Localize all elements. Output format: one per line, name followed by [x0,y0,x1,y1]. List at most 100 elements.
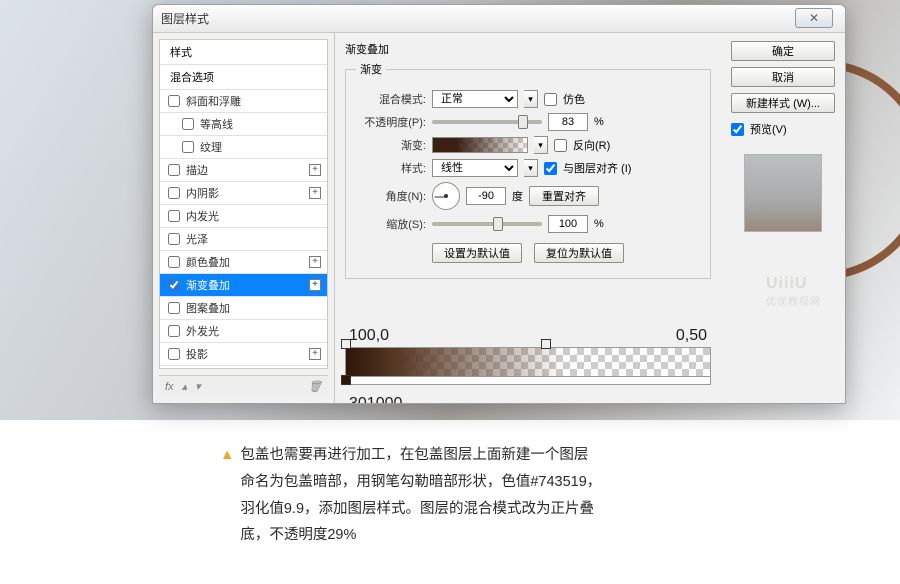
gradient-stop-labels: 100,0 0,50 [349,327,707,345]
set-default-label: 设置为默认值 [444,245,510,261]
preview-checkbox[interactable] [731,123,744,136]
scale-slider[interactable] [432,222,542,226]
reverse-checkbox[interactable] [554,139,567,152]
styles-header[interactable]: 样式 [160,40,327,65]
ok-button[interactable]: 确定 [731,41,835,61]
angle-label: 角度(N): [356,188,426,204]
pattern-overlay-checkbox[interactable] [168,302,180,314]
main-panel: 渐变叠加 渐变 混合模式: 正常 ▾ 仿色 不透明度(P): % 渐 [335,33,721,403]
dither-checkbox[interactable] [544,93,557,106]
slider-knob[interactable] [518,115,528,129]
style-item-inner-shadow[interactable]: 内阴影 + [160,182,327,205]
new-style-button[interactable]: 新建样式 (W)... [731,93,835,113]
contour-checkbox[interactable] [182,118,194,130]
gradient-bar[interactable] [345,347,711,377]
angle-dial[interactable] [432,182,460,210]
row-opacity: 不透明度(P): % [356,113,700,131]
gradient-label: 渐变: [356,137,426,153]
style-item-label: 斜面和浮雕 [186,93,241,109]
drop-shadow-checkbox[interactable] [168,348,180,360]
slider-knob[interactable] [493,217,503,231]
section-title: 渐变叠加 [345,41,711,57]
titlebar[interactable]: 图层样式 ✕ [153,5,845,33]
inner-shadow-checkbox[interactable] [168,187,180,199]
add-icon[interactable]: + [309,187,321,199]
opacity-stop-left[interactable] [341,339,351,349]
pct-label: % [594,218,604,230]
texture-checkbox[interactable] [182,141,194,153]
angle-input[interactable] [466,187,506,205]
preview-row: 预览(V) [731,121,835,137]
style-list: 样式 混合选项 斜面和浮雕 等高线 纹理 描边 + 内阴影 + 内发光 光泽 颜色叠… [159,39,328,369]
style-item-label: 光泽 [186,231,208,247]
caption-line: 底，不透明度29% [240,527,356,543]
set-default-button[interactable]: 设置为默认值 [432,243,522,263]
color-overlay-checkbox[interactable] [168,256,180,268]
chevron-down-icon[interactable]: ▾ [534,136,548,154]
chevron-down-icon[interactable]: ▾ [524,90,538,108]
style-item-satin[interactable]: 光泽 [160,228,327,251]
add-icon[interactable]: + [309,164,321,176]
reset-default-button[interactable]: 复位为默认值 [534,243,624,263]
stop-right-label: 0,50 [676,327,707,345]
opacity-slider[interactable] [432,120,542,124]
satin-checkbox[interactable] [168,233,180,245]
style-item-texture[interactable]: 纹理 [160,136,327,159]
style-item-gradient-overlay[interactable]: 渐变叠加+ [160,274,327,297]
row-style: 样式: 线性 ▾ 与图层对齐 (I) [356,159,700,177]
gradient-overlay-checkbox[interactable] [168,279,180,291]
cancel-button[interactable]: 取消 [731,67,835,87]
style-item-stroke[interactable]: 描边 + [160,159,327,182]
style-item-color-overlay[interactable]: 颜色叠加+ [160,251,327,274]
style-item-label: 描边 [186,162,208,178]
inner-glow-checkbox[interactable] [168,210,180,222]
style-item-label: 图案叠加 [186,300,230,316]
outer-glow-checkbox[interactable] [168,325,180,337]
bevel-checkbox[interactable] [168,95,180,107]
trash-icon[interactable]: 🗑 [308,380,322,393]
layer-style-dialog: 图层样式 ✕ 样式 混合选项 斜面和浮雕 等高线 纹理 描边 + 内阴影 + 内发光… [152,4,846,404]
opacity-label: 不透明度(P): [356,114,426,130]
opacity-stop-right[interactable] [541,339,551,349]
right-column: 确定 取消 新建样式 (W)... 预览(V) [721,33,845,403]
gradient-swatch[interactable] [432,137,528,153]
gradient-editor: 100,0 0,50 301000 [345,327,711,403]
style-item-label: 外发光 [186,323,219,339]
style-item-label: 内阴影 [186,185,219,201]
arrow-up-icon[interactable]: ▴ [182,380,188,393]
caption-line: 包盖也需要再进行加工，在包盖图层上面新建一个图层 [240,447,588,463]
scale-label: 缩放(S): [356,216,426,232]
close-button[interactable]: ✕ [795,8,833,28]
style-item-contour[interactable]: 等高线 [160,113,327,136]
fieldset-legend: 渐变 [356,61,386,77]
reset-default-label: 复位为默认值 [546,245,612,261]
style-item-bevel[interactable]: 斜面和浮雕 [160,90,327,113]
row-scale: 缩放(S): % [356,215,700,233]
add-icon[interactable]: + [309,279,321,291]
style-select[interactable]: 线性 [432,159,518,177]
cancel-label: 取消 [772,69,794,85]
style-item-inner-glow[interactable]: 内发光 [160,205,327,228]
preview-swatch [744,154,822,232]
style-item-pattern-overlay[interactable]: 图案叠加 [160,297,327,320]
color-stop-left[interactable] [341,375,351,385]
reset-align-button[interactable]: 重置对齐 [529,186,599,206]
opacity-input[interactable] [548,113,588,131]
blend-options-header[interactable]: 混合选项 [160,65,327,90]
style-label: 样式: [356,160,426,176]
add-icon[interactable]: + [309,256,321,268]
stroke-checkbox[interactable] [168,164,180,176]
add-icon[interactable]: + [309,348,321,360]
watermark-text: UiiiU [766,275,821,293]
style-item-drop-shadow[interactable]: 投影+ [160,343,327,366]
align-label: 与图层对齐 (I) [563,160,631,176]
chevron-down-icon[interactable]: ▾ [524,159,538,177]
dialog-title: 图层样式 [161,10,209,27]
scale-input[interactable] [548,215,588,233]
style-item-outer-glow[interactable]: 外发光 [160,320,327,343]
align-checkbox[interactable] [544,162,557,175]
gradient-transparency-bar[interactable] [345,377,711,385]
arrow-down-icon[interactable]: ▾ [195,380,201,393]
fx-label[interactable]: fx [165,381,174,393]
blend-mode-select[interactable]: 正常 [432,90,518,108]
